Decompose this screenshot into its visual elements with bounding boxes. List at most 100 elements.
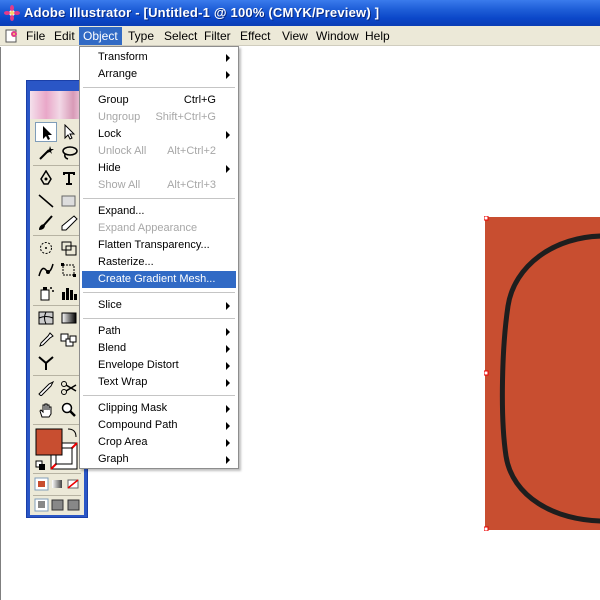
menu-item-rasterize[interactable]: Rasterize... [82, 254, 236, 271]
menu-help[interactable]: Help [361, 27, 394, 45]
pencil-icon [61, 215, 78, 231]
paintbrush-icon [39, 215, 53, 230]
y-branch-icon [38, 356, 54, 370]
pencil-tool[interactable] [58, 213, 80, 233]
line-segment-icon [38, 194, 54, 208]
menu-file[interactable]: File [22, 27, 49, 45]
submenu-arrow-icon [226, 422, 230, 430]
slice-knife-icon [38, 380, 55, 396]
selection-tool[interactable] [35, 122, 57, 142]
menu-item-lock[interactable]: Lock [82, 126, 236, 143]
menu-item-unlock-all: Unlock All Alt+Ctrl+2 [98, 145, 216, 157]
scissors-tool[interactable] [58, 378, 80, 398]
menu-bar: File Edit Object Type Select Filter Effe… [0, 26, 600, 46]
anchor-mid-left[interactable] [484, 370, 489, 376]
paintbrush-tool[interactable] [35, 213, 57, 233]
menu-item-path[interactable]: Path [82, 323, 236, 340]
menu-view[interactable]: View [278, 27, 312, 45]
magic-wand-icon [39, 146, 54, 160]
menu-item-group[interactable]: Group Ctrl+G [82, 92, 236, 109]
rectangle-tool[interactable] [58, 191, 80, 211]
eyedropper-icon [39, 332, 54, 347]
menu-item-expand[interactable]: Expand... [82, 203, 236, 220]
menu-item-arrange[interactable]: Arrange [82, 66, 236, 83]
menu-item-crop-area[interactable]: Crop Area [82, 434, 236, 451]
menu-item-clipping-mask[interactable]: Clipping Mask [82, 400, 236, 417]
free-transform-tool[interactable] [58, 260, 80, 280]
gradient-icon [61, 312, 77, 324]
menu-select[interactable]: Select [160, 27, 201, 45]
full-screen-mode-button[interactable] [67, 499, 80, 511]
slice-tool[interactable] [35, 378, 57, 398]
menu-item-text-wrap[interactable]: Text Wrap [82, 374, 236, 391]
menu-item-blend[interactable]: Blend [82, 340, 236, 357]
zoom-magnifier-icon [61, 402, 76, 417]
warp-tool[interactable] [35, 260, 57, 280]
menu-item-transform[interactable]: Transform [82, 49, 236, 66]
line-segment-tool[interactable] [35, 191, 57, 211]
anchor-top-left[interactable] [484, 216, 489, 221]
swap-colors-icon[interactable] [67, 428, 77, 438]
object-menu-dropdown: Transform Arrange Group Ctrl+G Ungroup Shi… [79, 46, 239, 469]
mesh-tool[interactable] [35, 308, 57, 328]
menu-effect[interactable]: Effect [236, 27, 274, 45]
fill-stroke-swatches[interactable] [34, 427, 80, 471]
gradient-mode-button[interactable] [52, 480, 62, 488]
mesh-icon [38, 311, 54, 325]
hand-tool[interactable] [35, 400, 57, 420]
document-icon[interactable] [4, 28, 20, 44]
lasso-tool[interactable] [58, 143, 80, 163]
toolbox-flower-banner [30, 91, 84, 119]
menu-item-flatten-transparency[interactable]: Flatten Transparency... [82, 237, 236, 254]
full-screen-menu-mode-button[interactable] [51, 499, 64, 511]
direct-selection-tool[interactable] [58, 122, 80, 142]
menu-item-graph[interactable]: Graph [82, 451, 236, 468]
submenu-arrow-icon [226, 379, 230, 387]
type-t-icon [63, 172, 75, 185]
menu-filter[interactable]: Filter [200, 27, 235, 45]
zoom-tool[interactable] [58, 400, 80, 420]
direct-selection-icon [64, 124, 76, 140]
pen-icon [40, 170, 52, 185]
menu-item-create-gradient-mesh[interactable]: Create Gradient Mesh... [82, 271, 236, 288]
menu-type[interactable]: Type [124, 27, 158, 45]
anchor-bottom-left[interactable] [484, 526, 489, 531]
color-mode-buttons[interactable] [34, 477, 82, 491]
canvas-left-edge [0, 47, 3, 600]
title-bar: Adobe Illustrator - [Untitled-1 @ 100% (… [0, 0, 600, 26]
menu-object[interactable]: Object [79, 27, 122, 45]
menu-item-slice[interactable]: Slice [82, 297, 236, 314]
toolbox-body [30, 91, 84, 515]
blend-tool[interactable] [58, 330, 80, 350]
menu-item-hide[interactable]: Hide [82, 160, 236, 177]
free-transform-icon [61, 263, 76, 277]
rotate-tool[interactable] [35, 238, 57, 258]
pen-tool[interactable] [35, 168, 57, 188]
menu-edit[interactable]: Edit [50, 27, 79, 45]
submenu-arrow-icon [226, 131, 230, 139]
magic-wand-tool[interactable] [35, 143, 57, 163]
menu-item-show-all: Show All Alt+Ctrl+3 [98, 179, 216, 191]
submenu-arrow-icon [226, 71, 230, 79]
menu-item-compound-path[interactable]: Compound Path [82, 417, 236, 434]
blend-icon [60, 333, 77, 347]
selection-arrow-icon [43, 126, 52, 140]
submenu-arrow-icon [226, 302, 230, 310]
menu-window[interactable]: Window [312, 27, 363, 45]
submenu-arrow-icon [226, 456, 230, 464]
symbol-sprayer-tool[interactable] [35, 283, 57, 303]
hand-icon [39, 403, 52, 418]
type-tool[interactable] [58, 168, 80, 188]
menu-item-envelope-distort[interactable]: Envelope Distort [82, 357, 236, 374]
column-graph-tool[interactable] [58, 283, 80, 303]
gradient-tool[interactable] [58, 308, 80, 328]
warp-icon [38, 263, 54, 277]
submenu-arrow-icon [226, 405, 230, 413]
screen-mode-buttons[interactable] [34, 498, 82, 512]
live-paint-tool[interactable] [35, 353, 57, 373]
selected-artwork[interactable] [484, 216, 600, 531]
fill-swatch[interactable] [35, 428, 63, 456]
scale-tool[interactable] [58, 238, 80, 258]
eyedropper-tool[interactable] [35, 330, 57, 350]
submenu-arrow-icon [226, 345, 230, 353]
